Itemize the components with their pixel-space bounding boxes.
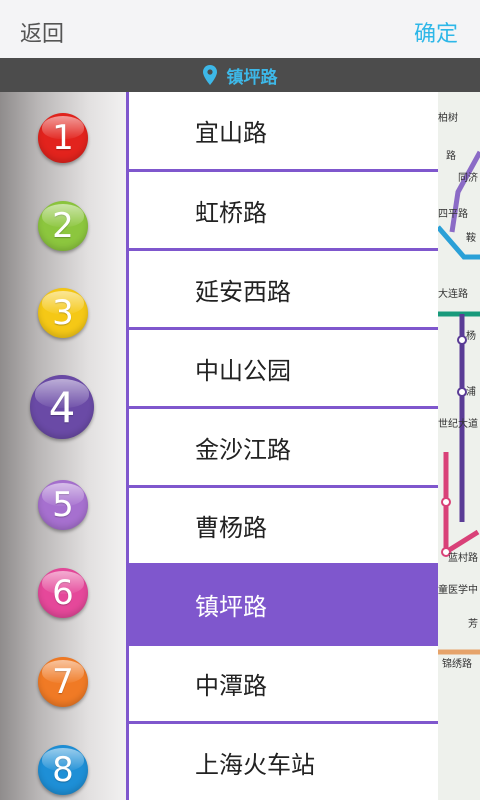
map-label: 蓝村路	[448, 553, 478, 564]
line-4-button[interactable]: 4	[30, 375, 94, 439]
station-item[interactable]: 宜山路	[129, 92, 438, 169]
line-number: 1	[52, 118, 74, 158]
line-number: 4	[48, 382, 76, 432]
map-label: 鞍	[466, 233, 476, 244]
station-item[interactable]: 延安西路	[129, 251, 438, 327]
line-6-button[interactable]: 6	[38, 568, 88, 618]
line-3-button[interactable]: 3	[38, 288, 88, 338]
station-item[interactable]: 曹杨路	[129, 488, 438, 563]
line-number: 7	[52, 662, 74, 702]
location-pin-icon	[202, 65, 217, 85]
line-number: 8	[52, 750, 74, 790]
map-label: 四平路	[438, 209, 468, 220]
map-label: 杨	[466, 331, 476, 342]
line-1-button[interactable]: 1	[38, 113, 88, 163]
station-item-selected[interactable]: 镇坪路	[129, 563, 438, 646]
station-label: 曹杨路	[195, 514, 267, 542]
metro-map-background: 柏树 路 同济 四平路 鞍 大连路 杨 浦 世纪大道 蓝村路 童医学中 芳 锦绣…	[438, 92, 480, 800]
line-number: 5	[52, 485, 74, 525]
station-item[interactable]: 虹桥路	[129, 172, 438, 248]
map-label: 芳	[468, 619, 478, 630]
line-number: 3	[52, 293, 74, 333]
line-number: 2	[52, 206, 74, 246]
line-2-button[interactable]: 2	[38, 201, 88, 251]
station-label: 上海火车站	[195, 750, 315, 779]
station-label: 延安西路	[195, 277, 291, 306]
station-label: 中潭路	[195, 672, 267, 700]
map-label: 路	[446, 151, 456, 162]
map-label: 大连路	[438, 289, 468, 300]
map-label: 锦绣路	[442, 659, 472, 670]
current-station-bar: 镇坪路	[0, 58, 480, 92]
top-bar: 返回 确定	[0, 0, 480, 59]
map-label: 同济	[458, 173, 478, 184]
map-label: 柏树	[438, 113, 458, 124]
back-button[interactable]: 返回	[20, 16, 64, 48]
station-item[interactable]: 金沙江路	[129, 409, 438, 485]
station-label: 虹桥路	[195, 198, 267, 227]
map-label: 世纪大道	[438, 419, 478, 430]
station-item[interactable]: 中潭路	[129, 646, 438, 721]
map-label: 浦	[466, 387, 476, 398]
confirm-button[interactable]: 确定	[414, 16, 458, 48]
line-7-button[interactable]: 7	[38, 657, 88, 707]
line-selector: 1 2 3 4 5 6 7 8	[0, 92, 126, 800]
line-5-button[interactable]: 5	[38, 480, 88, 530]
metro-map-graphic	[438, 92, 480, 800]
station-item[interactable]: 中山公园	[129, 330, 438, 406]
current-station-label: 镇坪路	[226, 67, 278, 88]
station-item[interactable]: 上海火车站	[129, 724, 438, 800]
station-label: 镇坪路	[195, 593, 267, 621]
line-number: 6	[52, 573, 74, 613]
map-label: 童医学中	[438, 585, 478, 596]
station-list: 宜山路 虹桥路 延安西路 中山公园 金沙江路 曹杨路 镇坪路 中潭路 上海火车站	[126, 92, 438, 800]
line-8-button[interactable]: 8	[38, 745, 88, 795]
station-label: 中山公园	[195, 356, 291, 385]
station-label: 宜山路	[195, 119, 267, 147]
station-label: 金沙江路	[195, 435, 291, 464]
